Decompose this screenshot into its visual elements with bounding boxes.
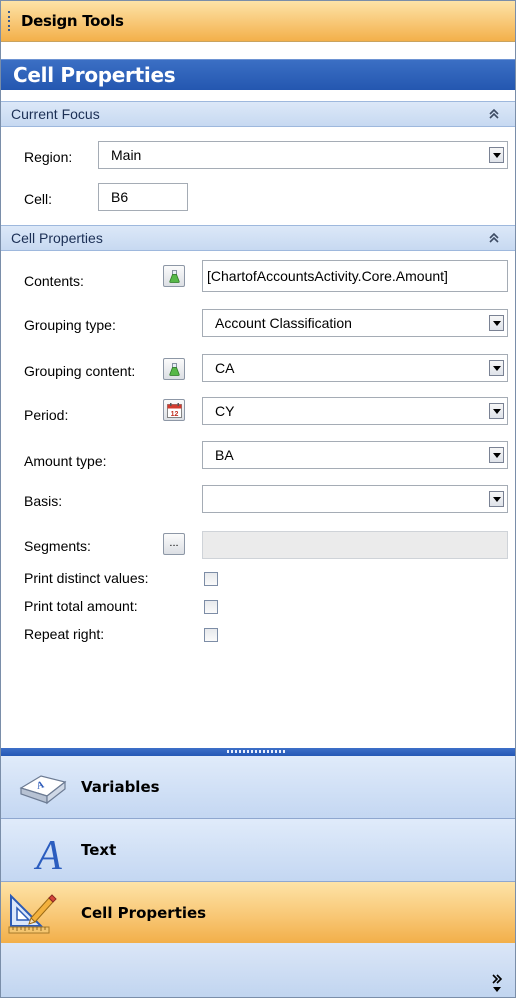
contents-expression-button[interactable] <box>163 265 185 287</box>
print-distinct-values-checkbox[interactable] <box>204 572 218 586</box>
page-header: Cell Properties <box>1 59 515 90</box>
panel-splitter[interactable] <box>1 748 515 756</box>
keyboard-key-icon: A <box>19 775 67 805</box>
cell-properties-section-header[interactable]: Cell Properties <box>1 225 515 251</box>
cell-label: Cell: <box>24 191 53 207</box>
basis-select[interactable] <box>202 485 508 513</box>
ellipsis-icon: ... <box>169 537 179 549</box>
cell-properties-section-title: Cell Properties <box>11 230 103 246</box>
ruler-pencil-icon <box>8 893 57 934</box>
amount-type-label: Amount type: <box>24 453 107 469</box>
nav-cell-properties[interactable]: Cell Properties <box>1 882 515 945</box>
grouping-content-value: CA <box>215 360 235 376</box>
nav-cell-properties-label: Cell Properties <box>81 904 207 922</box>
grouping-type-value: Account Classification <box>215 315 352 331</box>
period-calendar-button[interactable]: 12 <box>163 399 185 421</box>
segments-input <box>202 531 508 559</box>
amount-type-select[interactable]: BA <box>202 441 508 469</box>
grouping-content-select[interactable]: CA <box>202 354 508 382</box>
chevron-down-icon[interactable] <box>489 447 504 463</box>
svg-text:12: 12 <box>171 411 179 418</box>
chevron-down-icon[interactable] <box>489 147 504 163</box>
chevron-down-icon[interactable] <box>489 491 504 507</box>
contents-value: [ChartofAccountsActivity.Core.Amount] <box>207 268 448 284</box>
nav-text-label: Text <box>81 841 117 859</box>
period-label: Period: <box>24 407 69 423</box>
print-distinct-values-label: Print distinct values: <box>24 570 149 586</box>
grouping-content-label: Grouping content: <box>24 363 136 379</box>
design-tools-panel: Design Tools Cell Properties Current Foc… <box>0 0 516 998</box>
grouping-type-select[interactable]: Account Classification <box>202 309 508 337</box>
page-title: Cell Properties <box>13 63 176 87</box>
panel-title-bar[interactable]: Design Tools <box>1 1 515 42</box>
period-value: CY <box>215 403 235 419</box>
nav-text[interactable]: A Text <box>1 819 515 882</box>
collapse-up-icon[interactable] <box>487 231 501 245</box>
repeat-right-label: Repeat right: <box>24 626 105 642</box>
chevron-down-icon[interactable] <box>489 360 504 376</box>
segments-browse-button[interactable]: ... <box>163 533 185 555</box>
current-focus-section-header[interactable]: Current Focus <box>1 101 515 127</box>
collapse-up-icon[interactable] <box>487 107 501 121</box>
cell-input[interactable]: B6 <box>98 183 188 211</box>
splitter-grip-icon[interactable] <box>227 750 285 753</box>
grouping-type-label: Grouping type: <box>24 317 116 333</box>
basis-label: Basis: <box>24 493 63 509</box>
nav-variables-label: Variables <box>81 778 160 796</box>
flask-icon <box>169 270 180 283</box>
text-icon: A <box>33 833 62 873</box>
print-total-amount-checkbox[interactable] <box>204 600 218 614</box>
cell-value: B6 <box>111 189 129 205</box>
region-value: Main <box>111 147 142 163</box>
chevron-double-right-icon[interactable] <box>491 973 503 993</box>
flask-icon <box>169 363 180 376</box>
contents-input[interactable]: [ChartofAccountsActivity.Core.Amount] <box>202 260 508 292</box>
current-focus-section-title: Current Focus <box>11 106 100 122</box>
chevron-down-icon[interactable] <box>489 403 504 419</box>
amount-type-value: BA <box>215 447 234 463</box>
grouping-content-expression-button[interactable] <box>163 358 185 380</box>
calendar-icon: 12 <box>167 403 182 418</box>
chevron-down-icon[interactable] <box>489 315 504 331</box>
region-label: Region: <box>24 149 73 165</box>
svg-text:A: A <box>33 833 62 873</box>
region-select[interactable]: Main <box>98 141 508 169</box>
segments-label: Segments: <box>24 538 91 554</box>
panel-title: Design Tools <box>21 12 124 30</box>
repeat-right-checkbox[interactable] <box>204 628 218 642</box>
period-select[interactable]: CY <box>202 397 508 425</box>
grip-icon[interactable] <box>8 11 11 31</box>
print-total-amount-label: Print total amount: <box>24 598 138 614</box>
nav-overflow-strip <box>1 943 515 997</box>
contents-label: Contents: <box>24 273 84 289</box>
nav-variables[interactable]: A Variables <box>1 756 515 819</box>
